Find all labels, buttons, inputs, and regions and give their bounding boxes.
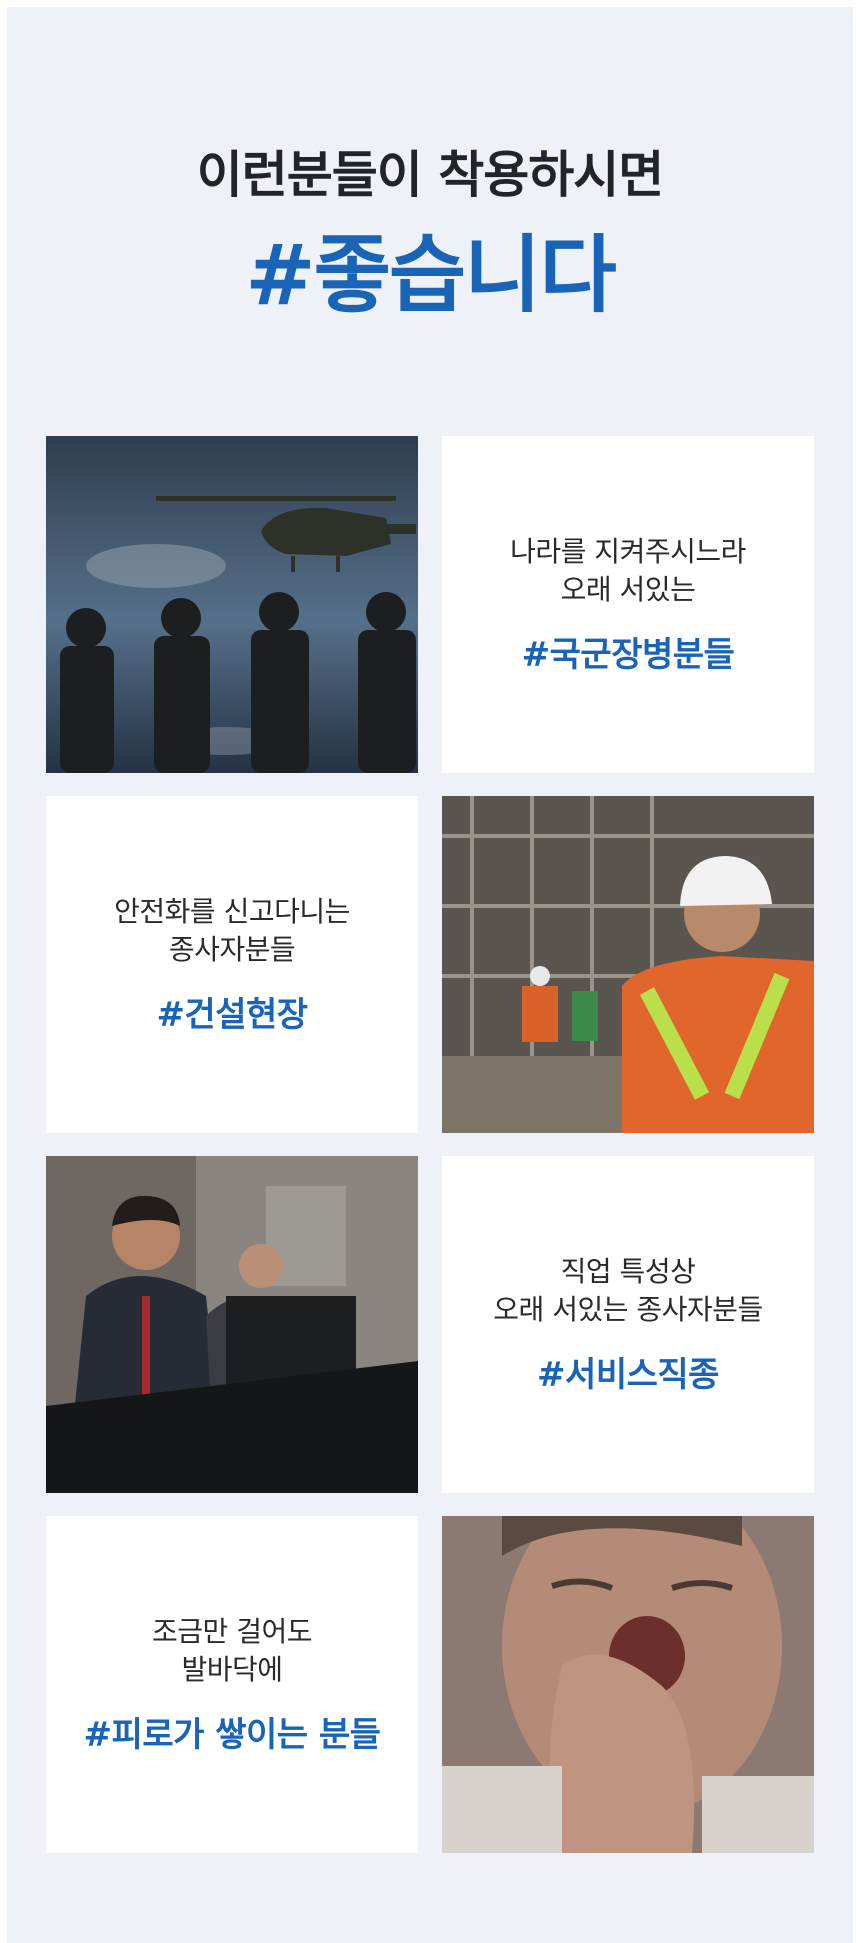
card-tag: #피로가 쌓이는 분들 [83, 1715, 381, 1755]
card-construction: 안전화를 신고다니는 종사자분들 #건설현장 [46, 796, 418, 1133]
construction-worker-photo [442, 796, 814, 1133]
card-line: 오래 서있는 [560, 573, 696, 606]
card-line: 종사자분들 [168, 933, 296, 966]
card-soldiers: 나라를 지켜주시느라 오래 서있는 #국군장병분들 [442, 436, 814, 773]
soldiers-photo [46, 436, 418, 773]
yawning-man-photo [442, 1516, 814, 1853]
card-tag: #서비스직종 [537, 1355, 719, 1395]
card-line: 직업 특성상 [560, 1255, 696, 1288]
card-fatigue: 조금만 걸어도 발바닥에 #피로가 쌓이는 분들 [46, 1516, 418, 1853]
card-line: 나라를 지켜주시느라 [510, 535, 746, 568]
hotel-reception-photo [46, 1156, 418, 1493]
card-tag: #건설현장 [156, 995, 308, 1035]
card-tag: #국군장병분들 [521, 635, 735, 675]
card-line: 오래 서있는 종사자분들 [493, 1293, 763, 1326]
card-line: 조금만 걸어도 [152, 1615, 312, 1648]
page-title: 이런분들이 착용하시면 [196, 146, 664, 204]
card-line: 안전화를 신고다니는 [114, 895, 350, 928]
card-line: 발바닥에 [181, 1653, 283, 1686]
card-service: 직업 특성상 오래 서있는 종사자분들 #서비스직종 [442, 1156, 814, 1493]
page-highlight: #좋습니다 [245, 226, 617, 324]
